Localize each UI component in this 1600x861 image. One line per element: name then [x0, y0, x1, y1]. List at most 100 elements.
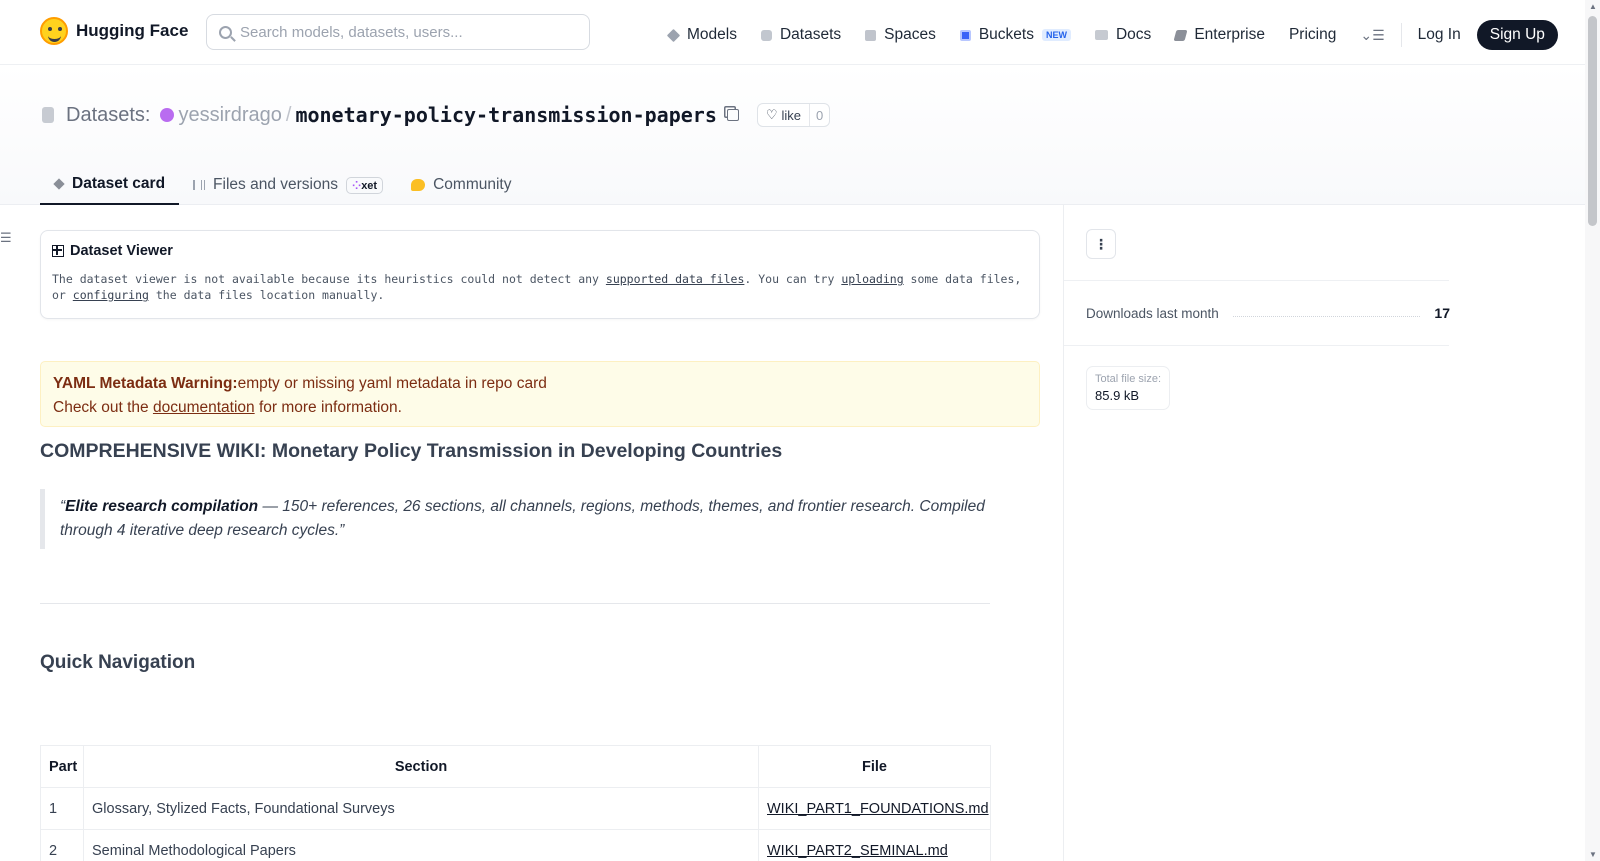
row-file-link[interactable]: WIKI_PART2_SEMINAL.md	[758, 829, 991, 861]
sidebar-divider	[1064, 280, 1449, 281]
table-icon	[52, 245, 64, 257]
database-icon	[42, 107, 54, 123]
bucket-icon	[959, 29, 971, 41]
tab-dataset-card-label: Dataset card	[72, 175, 166, 192]
like-label: like	[781, 107, 802, 123]
dataset-viewer: Dataset Viewer The dataset viewer is not…	[40, 230, 1040, 319]
dataset-card-content: COMPREHENSIVE WIKI: Monetary Policy Tran…	[40, 440, 1040, 674]
repo-type-label[interactable]: Datasets:	[66, 104, 150, 127]
right-sidebar: ⋮ Downloads last month 17 Total file siz…	[1063, 205, 1585, 861]
downloads-stat: Downloads last month 17	[1086, 305, 1450, 321]
viewer-text-1: The dataset viewer is not available beca…	[52, 272, 606, 286]
repo-title: Datasets: yessirdrago / monetary-policy-…	[42, 103, 831, 127]
documentation-link[interactable]: documentation	[153, 399, 255, 416]
dataset-viewer-title: Dataset Viewer	[52, 243, 1028, 259]
brand-name: Hugging Face	[76, 21, 189, 40]
brand-logo[interactable]: Hugging Face	[40, 17, 188, 45]
quote-bold: Elite research compilation	[65, 498, 259, 515]
table-row: 2 Seminal Methodological Papers WIKI_PAR…	[40, 829, 991, 861]
warning-bold: YAML Metadata Warning:	[53, 375, 238, 392]
nav-divider	[1400, 23, 1402, 47]
row-section: Seminal Methodological Papers	[83, 829, 759, 861]
tab-dataset-card[interactable]: Dataset card	[40, 165, 180, 205]
toc-toggle-icon[interactable]: ☰	[0, 230, 12, 246]
nav-enterprise-label: Enterprise	[1194, 26, 1265, 43]
tab-community-label: Community	[433, 176, 512, 193]
dataset-viewer-message: The dataset viewer is not available beca…	[52, 271, 1028, 303]
nav-models-label: Models	[687, 26, 737, 43]
cube-icon	[53, 178, 65, 190]
like-count: 0	[816, 107, 824, 123]
table-header-row: Part Section File	[40, 745, 991, 788]
horizontal-rule	[40, 603, 990, 604]
nav-buckets[interactable]: Buckets NEW	[959, 26, 1071, 44]
repo-name[interactable]: monetary-policy-transmission-papers	[295, 103, 716, 127]
xet-badge: ⁘xet	[345, 176, 384, 194]
kebab-menu-icon[interactable]: ⋮	[1086, 229, 1116, 259]
uploading-link[interactable]: uploading	[841, 272, 903, 286]
page-scrollbar[interactable]: ▲ ▼	[1585, 0, 1600, 861]
tab-files-label: Files and versions	[213, 176, 338, 193]
row-part: 2	[40, 829, 84, 861]
header-part: Part	[40, 745, 84, 788]
quick-navigation-table: Part Section File 1 Glossary, Stylized F…	[40, 745, 991, 861]
scrollbar-thumb[interactable]	[1588, 16, 1597, 226]
login-link[interactable]: Log In	[1418, 26, 1461, 44]
warning-line2-post: for more information.	[254, 399, 402, 416]
signup-button[interactable]: Sign Up	[1476, 20, 1558, 50]
nav-pricing[interactable]: Pricing	[1289, 26, 1336, 44]
nav-datasets-label: Datasets	[779, 26, 842, 43]
nav-docs[interactable]: Docs	[1094, 26, 1152, 44]
downloads-sparkline	[1232, 309, 1421, 317]
downloads-value: 17	[1434, 305, 1450, 321]
tab-files-and-versions[interactable]: Files and versions ⁘xet	[179, 165, 397, 205]
tab-community[interactable]: Community	[397, 165, 525, 205]
repo-tabs: Dataset card Files and versions ⁘xet Comm…	[40, 165, 525, 205]
search-input[interactable]	[240, 23, 560, 41]
nav-buckets-label: Buckets	[978, 26, 1034, 43]
nav-models[interactable]: Models	[666, 26, 737, 44]
grid-icon	[865, 29, 877, 41]
main-nav-links: Models Datasets Spaces Buckets NEW Docs E…	[666, 20, 1558, 50]
hugging-face-logo-icon	[40, 17, 68, 45]
scroll-up-icon[interactable]: ▲	[1589, 2, 1597, 11]
copy-icon[interactable]	[726, 109, 739, 121]
xet-icon: ⁘	[351, 179, 362, 192]
nav-docs-label: Docs	[1115, 26, 1152, 43]
community-icon	[411, 179, 426, 191]
row-section: Glossary, Stylized Facts, Foundational S…	[83, 787, 759, 830]
scroll-down-icon[interactable]: ▼	[1589, 850, 1597, 859]
row-part: 1	[40, 787, 84, 830]
file-size-box: Total file size: 85.9 kB	[1086, 366, 1171, 410]
viewer-text-4: the data files location manually.	[148, 288, 385, 302]
enterprise-icon	[1173, 29, 1188, 41]
cube-icon	[666, 28, 681, 42]
nav-spaces[interactable]: Spaces	[865, 26, 936, 44]
repo-owner[interactable]: yessirdrago	[178, 104, 281, 127]
header-file: File	[758, 745, 991, 788]
row-file-link[interactable]: WIKI_PART1_FOUNDATIONS.md	[758, 787, 991, 830]
heart-icon: ♡	[765, 107, 778, 122]
quick-navigation-heading: Quick Navigation	[40, 652, 196, 673]
more-menu-icon[interactable]: ⌄☰	[1360, 27, 1384, 44]
like-button[interactable]: ♡ like 0	[756, 103, 831, 127]
yaml-metadata-warning: YAML Metadata Warning:empty or missing y…	[40, 361, 1040, 427]
dataset-viewer-title-text: Dataset Viewer	[70, 243, 173, 259]
supported-data-files-link[interactable]: supported data files	[606, 272, 744, 286]
files-icon	[193, 180, 206, 190]
like-label-wrap: ♡ like	[758, 104, 811, 126]
warning-message: empty or missing yaml metadata in repo c…	[237, 375, 547, 392]
repo-separator: /	[285, 103, 292, 126]
search-box[interactable]	[206, 14, 590, 50]
owner-avatar	[160, 108, 175, 122]
nav-datasets[interactable]: Datasets	[760, 26, 842, 44]
file-size-value: 85.9 kB	[1095, 388, 1140, 403]
warning-line-2: Check out the documentation for more inf…	[53, 396, 1027, 420]
downloads-label: Downloads last month	[1086, 305, 1219, 321]
book-icon	[1094, 30, 1108, 40]
search-icon	[219, 25, 232, 39]
configuring-link[interactable]: configuring	[73, 288, 149, 302]
nav-enterprise[interactable]: Enterprise	[1173, 26, 1265, 44]
warning-line2-pre: Check out the	[53, 399, 153, 416]
new-badge: NEW	[1041, 29, 1071, 41]
